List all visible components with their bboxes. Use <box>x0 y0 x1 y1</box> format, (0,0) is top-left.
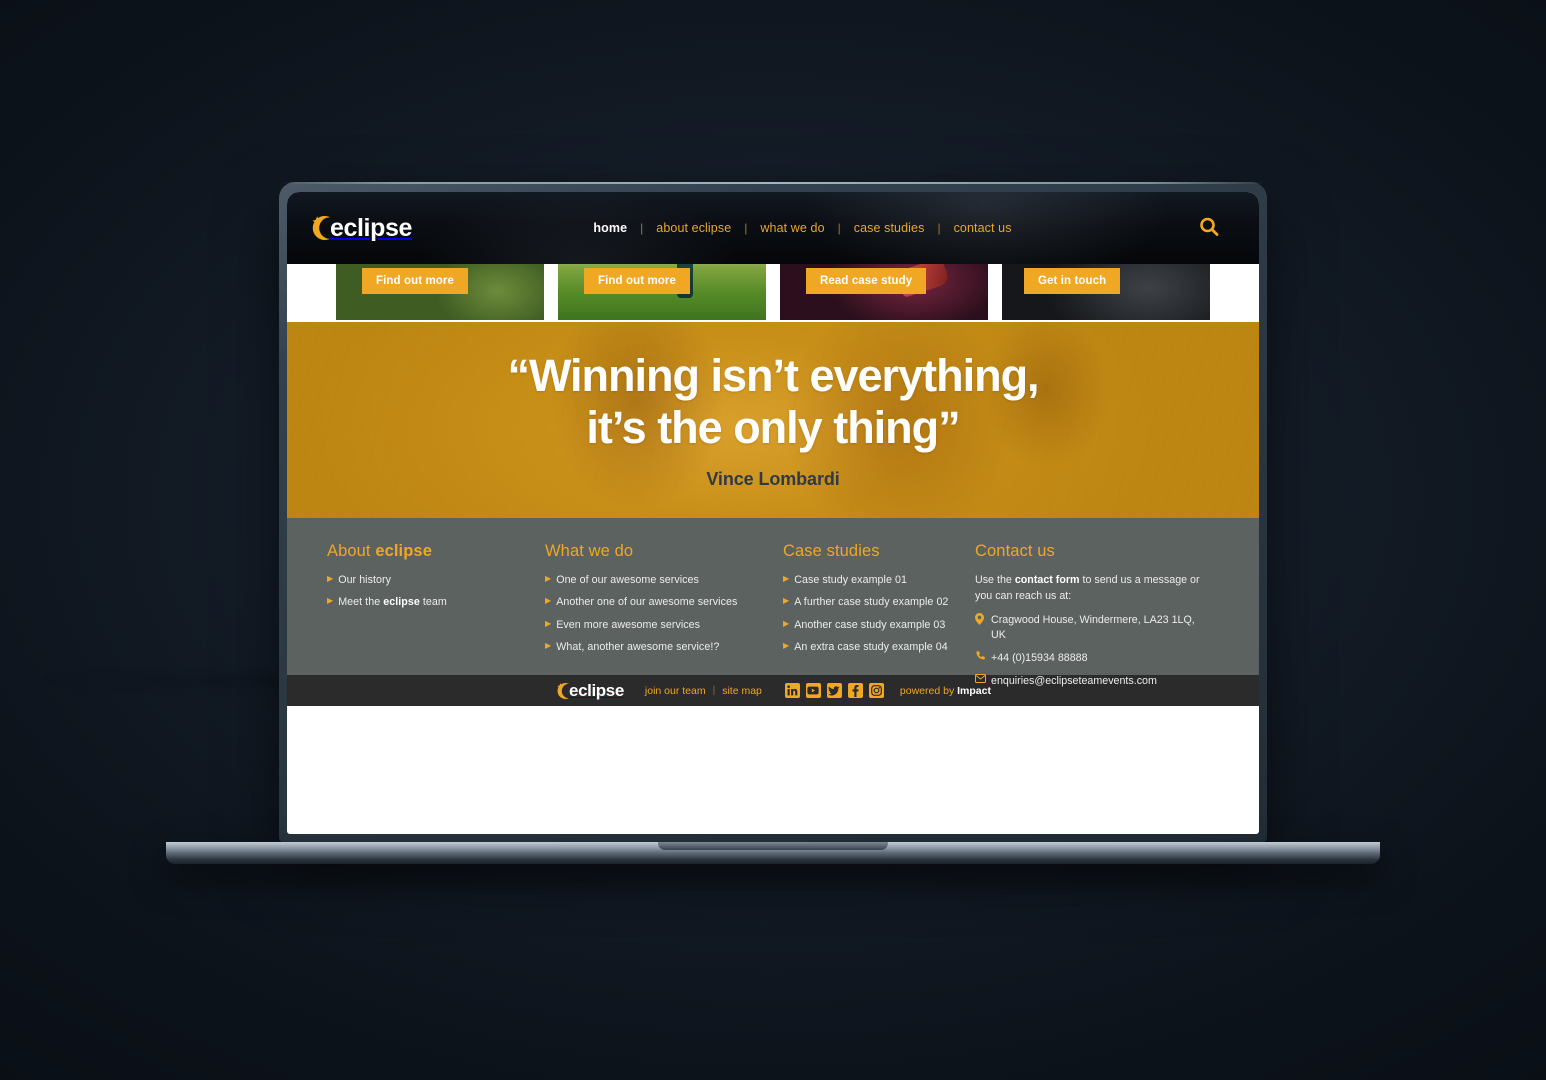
footer-logo-text: eclipse <box>569 681 624 700</box>
instagram-icon[interactable] <box>868 683 884 698</box>
footer-link-label: Another one of our awesome services <box>556 596 738 609</box>
bullet-arrow-icon: ▶ <box>545 641 552 651</box>
header-logo[interactable]: eclipse <box>309 213 412 243</box>
quote-line-1: “Winning isn’t everything, <box>507 350 1039 402</box>
social-links <box>784 683 884 698</box>
footer-link-case-1[interactable]: ▶ Case study example 01 <box>783 573 975 587</box>
footer-logo[interactable]: eclipse <box>555 681 624 701</box>
contact-address-text: Cragwood House, Windermere, LA23 1LQ, UK <box>991 614 1195 642</box>
youtube-icon[interactable] <box>805 683 821 698</box>
footer-link-meet-the-team[interactable]: ▶ Meet the eclipse team <box>327 595 545 609</box>
nav-item-contact-us[interactable]: contact us <box>941 221 1025 235</box>
contact-phone-text: +44 (0)15934 88888 <box>991 652 1088 664</box>
linkedin-icon[interactable] <box>784 683 800 698</box>
bullet-arrow-icon: ▶ <box>783 641 790 651</box>
footer-link-case-3[interactable]: ▶ Another case study example 03 <box>783 618 975 632</box>
bullet-arrow-icon: ▶ <box>783 596 790 606</box>
eclipse-logo-icon <box>555 681 575 701</box>
footer-link-label: Even more awesome services <box>556 618 701 631</box>
get-in-touch-button[interactable]: Get in touch <box>1024 268 1121 294</box>
site-footer: About eclipse ▶ Our history ▶ Meet the e… <box>287 518 1259 687</box>
footer-link-label: Case study example 01 <box>794 574 907 586</box>
footer-heading-contact-us: Contact us <box>975 542 1055 560</box>
bullet-arrow-icon: ▶ <box>783 618 790 628</box>
contact-email[interactable]: enquiries@eclipseteamevents.com <box>975 673 1205 689</box>
search-icon <box>1198 216 1220 241</box>
footer-column-about: About eclipse ▶ Our history ▶ Meet the e… <box>327 542 545 655</box>
powered-by-label: powered by Impact <box>899 684 991 697</box>
footer-link-label: What, another awesome service!? <box>556 641 720 654</box>
footer-link-case-4[interactable]: ▶ An extra case study example 04 <box>783 640 975 654</box>
facebook-icon[interactable] <box>847 683 863 698</box>
footer-link-service-2[interactable]: ▶ Another one of our awesome services <box>545 595 783 609</box>
contact-email-text: enquiries@eclipseteamevents.com <box>991 674 1157 687</box>
bullet-arrow-icon: ▶ <box>327 596 334 606</box>
find-out-more-button[interactable]: Find out more <box>584 268 690 294</box>
envelope-icon <box>975 673 986 683</box>
footer-link-service-3[interactable]: ▶ Even more awesome services <box>545 618 783 632</box>
nav-item-home[interactable]: home <box>580 221 640 235</box>
nav-item-about-eclipse[interactable]: about eclipse <box>643 221 744 235</box>
browser-viewport: eclipse home | about eclipse | what we d… <box>287 192 1259 834</box>
bullet-arrow-icon: ▶ <box>327 574 334 583</box>
nav-item-case-studies[interactable]: case studies <box>841 221 938 235</box>
footer-column-contact: Contact us Use the contact form to send … <box>975 542 1205 687</box>
bullet-arrow-icon: ▶ <box>783 574 790 583</box>
main-navigation: home | about eclipse | what we do | case… <box>580 221 1024 235</box>
header-logo-text: eclipse <box>330 213 412 242</box>
quote-text: “Winning isn’t everything, it’s the only… <box>507 350 1039 453</box>
contact-address: Cragwood House, Windermere, LA23 1LQ, UK <box>975 613 1205 643</box>
bullet-arrow-icon: ▶ <box>545 618 552 628</box>
quote-line-2: it’s the only thing” <box>586 401 960 453</box>
nav-item-what-we-do[interactable]: what we do <box>747 221 837 235</box>
twitter-icon[interactable] <box>826 683 842 698</box>
quote-banner: “Winning isn’t everything, it’s the only… <box>287 322 1259 518</box>
bullet-arrow-icon: ▶ <box>545 574 552 583</box>
search-button[interactable] <box>1193 212 1225 244</box>
footer-link-label: Another case study example 03 <box>794 618 946 631</box>
quote-author: Vince Lombardi <box>706 468 840 489</box>
laptop-base <box>166 842 1380 864</box>
footer-link-service-1[interactable]: ▶ One of our awesome services <box>545 573 783 587</box>
map-pin-icon <box>975 613 986 626</box>
footer-link-label: A further case study example 02 <box>794 596 949 609</box>
contact-phone[interactable]: +44 (0)15934 88888 <box>975 651 1205 666</box>
footer-link-label: Our history <box>338 574 392 586</box>
footer-heading-what-we-do: What we do <box>545 542 634 560</box>
footer-column-what-we-do: What we do ▶ One of our awesome services… <box>545 542 783 655</box>
find-out-more-button[interactable]: Find out more <box>362 268 468 294</box>
footer-link-service-4[interactable]: ▶ What, another awesome service!? <box>545 640 783 654</box>
page-backdrop: eclipse home | about eclipse | what we d… <box>0 0 1546 1080</box>
bullet-arrow-icon: ▶ <box>545 596 552 606</box>
laptop-mockup: eclipse home | about eclipse | what we d… <box>166 182 1380 864</box>
footer-link-label: An extra case study example 04 <box>794 641 948 654</box>
footer-heading-case-studies: Case studies <box>783 542 880 560</box>
eclipse-logo-icon <box>309 213 339 243</box>
footer-link-label: One of our awesome services <box>556 574 699 586</box>
site-header: eclipse home | about eclipse | what we d… <box>287 192 1259 264</box>
footer-link-label: Meet the eclipse team <box>338 596 447 609</box>
footer-link-our-history[interactable]: ▶ Our history <box>327 573 545 587</box>
footer-column-case-studies: Case studies ▶ Case study example 01 ▶ A… <box>783 542 975 655</box>
footer-heading-about: About eclipse <box>327 542 432 560</box>
read-case-study-button[interactable]: Read case study <box>806 268 927 294</box>
footer-link-join-our-team[interactable]: join our team <box>638 685 713 697</box>
contact-intro-text: Use the contact form to send us a messag… <box>975 574 1200 602</box>
footer-link-site-map[interactable]: site map <box>715 685 769 697</box>
phone-icon <box>975 651 986 662</box>
footer-link-case-2[interactable]: ▶ A further case study example 02 <box>783 595 975 609</box>
